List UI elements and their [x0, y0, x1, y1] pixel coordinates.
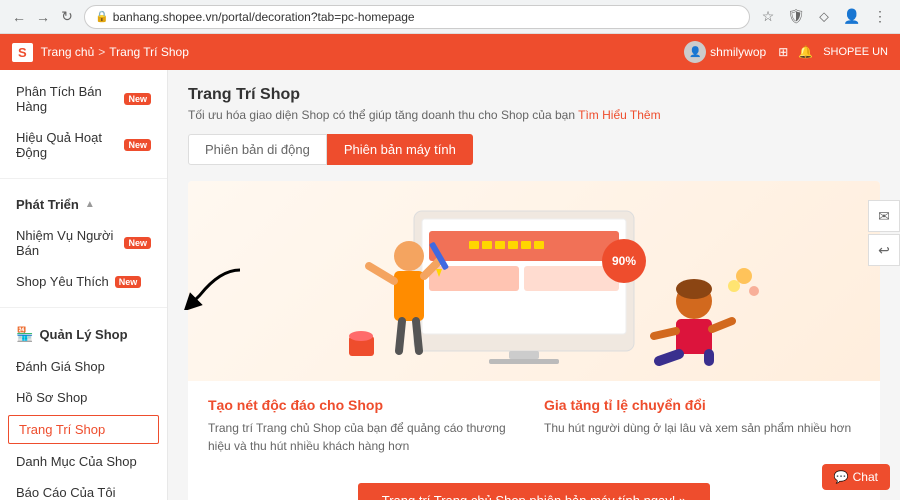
sidebar-item-danh-muc-cua-shop[interactable]: Danh Mục Của Shop	[0, 446, 167, 477]
shopee-logo: S	[12, 43, 33, 62]
cta-section: Trang trí Trang chủ Shop phiên bản máy t…	[188, 471, 880, 500]
breadcrumb-current: Trang Trí Shop	[109, 45, 189, 59]
address-bar[interactable]: 🔒 banhang.shopee.vn/portal/decoration?ta…	[84, 5, 750, 29]
new-badge: New	[124, 93, 151, 105]
new-badge: New	[115, 276, 142, 288]
sidebar-label: Hiệu Quả Hoạt Động	[16, 130, 118, 160]
subtitle-text: Tối ưu hóa giao diện Shop có thể giúp tă…	[188, 108, 575, 122]
sidebar-label: Trang Trí Shop	[19, 422, 105, 437]
header-label: Phát Triển	[16, 197, 79, 212]
sidebar: Phân Tích Bán Hàng New Hiệu Quả Hoạt Độn…	[0, 70, 168, 500]
url-text: banhang.shopee.vn/portal/decoration?tab=…	[113, 10, 415, 24]
benefit-desc-2: Thu hút người dùng ở lại lâu và xem sản …	[544, 419, 860, 437]
benefit-title-1: Tạo nét độc đáo cho Shop	[208, 397, 524, 413]
breadcrumb-separator: >	[98, 45, 105, 59]
main-layout: Phân Tích Bán Hàng New Hiệu Quả Hoạt Độn…	[0, 70, 900, 500]
learn-more-link[interactable]: Tìm Hiểu Thêm	[578, 108, 660, 122]
account-icon[interactable]: 👤	[842, 7, 862, 27]
shopee-label: SHOPEE UN	[823, 46, 888, 58]
sidebar-label: Danh Mục Của Shop	[16, 454, 137, 469]
sidebar-item-trang-tri-shop[interactable]: Trang Trí Shop	[8, 415, 159, 444]
top-nav-right: 👤 shmilywop ⊞ 🔔 SHOPEE UN	[684, 41, 888, 63]
avatar: 👤	[684, 41, 706, 63]
page-title: Trang Trí Shop	[188, 86, 880, 104]
sidebar-label: Hồ Sơ Shop	[16, 390, 87, 405]
tab-desktop[interactable]: Phiên bản máy tính	[327, 134, 473, 165]
cta-label: Trang trí Trang chủ Shop phiên bản máy t…	[382, 493, 686, 500]
sidebar-item-bao-cao-cua-toi[interactable]: Báo Cáo Của Tôi	[0, 477, 167, 500]
sidebar-label: Báo Cáo Của Tôi	[16, 485, 116, 500]
browser-bar: ← → ↻ 🔒 banhang.shopee.vn/portal/decorat…	[0, 0, 900, 34]
view-tabs: Phiên bản di động Phiên bản máy tính	[188, 134, 880, 165]
sidebar-header-phat-trien[interactable]: Phát Triển ▲	[0, 189, 167, 220]
username: shmilywop	[710, 45, 766, 59]
sidebar-label: Đánh Giá Shop	[16, 359, 105, 374]
back-button[interactable]: ←	[10, 8, 28, 26]
sidebar-label: Phân Tích Bán Hàng	[16, 84, 118, 114]
grid-icon[interactable]: ⊞	[778, 45, 788, 59]
sidebar-header-quan-ly-shop[interactable]: 🏪 Quản Lý Shop	[0, 318, 167, 351]
sidebar-section-quan-ly-shop: 🏪 Quản Lý Shop Đánh Giá Shop Hồ Sơ Shop …	[0, 312, 167, 500]
svg-text:90%: 90%	[612, 254, 636, 268]
chat-icon: 💬	[834, 470, 849, 484]
sidebar-item-danh-gia-shop[interactable]: Đánh Giá Shop	[0, 351, 167, 382]
chat-label: Chat	[853, 470, 878, 484]
top-nav-left: S Trang chủ > Trang Trí Shop	[12, 43, 189, 62]
side-button-mail[interactable]: ✉	[868, 200, 900, 232]
sidebar-section-phan-tich: Phân Tích Bán Hàng New Hiệu Quả Hoạt Độn…	[0, 70, 167, 174]
benefit-title-2: Gia tăng tỉ lệ chuyển đổi	[544, 397, 860, 413]
lock-icon: 🔒	[95, 10, 109, 23]
menu-icon[interactable]: ⋮	[870, 7, 890, 27]
sidebar-item-ho-so-shop[interactable]: Hồ Sơ Shop	[0, 382, 167, 413]
cta-button[interactable]: Trang trí Trang chủ Shop phiên bản máy t…	[358, 483, 710, 500]
forward-button[interactable]: →	[34, 8, 52, 26]
top-nav-icons: ⊞ 🔔 SHOPEE UN	[778, 45, 888, 59]
chat-button[interactable]: 💬 Chat	[822, 464, 890, 490]
new-badge: New	[124, 139, 151, 151]
benefits-row: Tạo nét độc đáo cho Shop Trang trí Trang…	[188, 381, 880, 471]
sidebar-item-phan-tich-ban-hang[interactable]: Phân Tích Bán Hàng New	[0, 76, 167, 122]
sidebar-section-phat-trien: Phát Triển ▲ Nhiệm Vụ Người Bán New Shop…	[0, 183, 167, 303]
browser-chrome: ← → ↻ 🔒 banhang.shopee.vn/portal/decorat…	[0, 0, 900, 34]
browser-nav-icons: ← → ↻	[10, 8, 76, 26]
sidebar-item-hieu-qua-hoat-dong[interactable]: Hiệu Quả Hoạt Động New	[0, 122, 167, 168]
sidebar-label: Nhiệm Vụ Người Bán	[16, 228, 118, 258]
shop-icon: 🏪	[16, 326, 33, 343]
notification-icon[interactable]: 🔔	[798, 45, 813, 59]
chevron-up-icon: ▲	[85, 199, 95, 210]
refresh-button[interactable]: ↻	[58, 8, 76, 26]
user-info[interactable]: 👤 shmilywop	[684, 41, 766, 63]
shield-icon[interactable]: 🛡	[786, 7, 806, 27]
side-action-buttons: ✉ ↩	[868, 200, 900, 266]
header-label: Quản Lý Shop	[39, 327, 127, 342]
main-content: Trang Trí Shop Tối ưu hóa giao diện Shop…	[168, 70, 900, 500]
hero-section: 90%	[188, 181, 880, 500]
new-badge: New	[124, 237, 151, 249]
bookmark-icon[interactable]: ☆	[758, 7, 778, 27]
sidebar-label: Shop Yêu Thích	[16, 274, 109, 289]
top-navigation: S Trang chủ > Trang Trí Shop 👤 shmilywop…	[0, 34, 900, 70]
benefit-desc-1: Trang trí Trang chủ Shop của bạn để quản…	[208, 419, 524, 455]
benefit-item-2: Gia tăng tỉ lệ chuyển đổi Thu hút người …	[544, 397, 860, 455]
hero-illustration: 90%	[188, 181, 880, 381]
tab-mobile[interactable]: Phiên bản di động	[188, 134, 327, 165]
breadcrumb-home[interactable]: Trang chủ	[41, 45, 95, 59]
extensions-icon[interactable]: ⬦	[814, 7, 834, 27]
browser-actions: ☆ 🛡 ⬦ 👤 ⋮	[758, 7, 890, 27]
breadcrumb: Trang chủ > Trang Trí Shop	[41, 45, 189, 59]
illustration-svg: 90%	[254, 181, 814, 381]
page-subtitle: Tối ưu hóa giao diện Shop có thể giúp tă…	[188, 108, 880, 122]
sidebar-item-shop-yeu-thich[interactable]: Shop Yêu Thích New	[0, 266, 167, 297]
benefit-item-1: Tạo nét độc đáo cho Shop Trang trí Trang…	[208, 397, 524, 455]
sidebar-item-nhiem-vu-nguoi-ban[interactable]: Nhiệm Vụ Người Bán New	[0, 220, 167, 266]
side-button-feedback[interactable]: ↩	[868, 234, 900, 266]
